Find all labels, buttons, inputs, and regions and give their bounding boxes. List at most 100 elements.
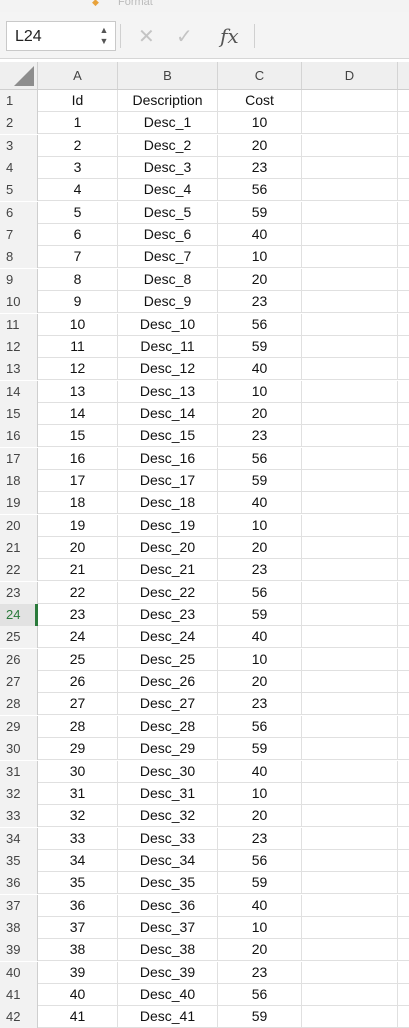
row-header[interactable]: 4 <box>0 157 38 180</box>
cell-a[interactable]: 33 <box>38 827 118 850</box>
cell-e[interactable] <box>398 157 409 179</box>
cell-c[interactable]: 10 <box>218 514 302 537</box>
cell-d[interactable] <box>302 1006 398 1028</box>
row-header[interactable]: 33 <box>0 805 38 828</box>
row-header[interactable]: 39 <box>0 939 38 962</box>
cell-b[interactable]: Description <box>118 90 218 112</box>
row-header[interactable]: 6 <box>0 201 38 224</box>
cell-b[interactable]: Desc_41 <box>118 1006 218 1028</box>
cell-a[interactable]: 16 <box>38 447 118 470</box>
cell-c[interactable]: 59 <box>218 872 302 895</box>
cell-a[interactable]: 36 <box>38 894 118 917</box>
cell-d[interactable] <box>302 626 398 649</box>
cell-b[interactable]: Desc_31 <box>118 782 218 805</box>
cell-a[interactable]: 30 <box>38 760 118 783</box>
cell-b[interactable]: Desc_17 <box>118 469 218 492</box>
cell-c[interactable]: 20 <box>218 537 302 559</box>
row-header[interactable]: 22 <box>0 559 38 582</box>
cell-a[interactable]: 14 <box>38 402 118 425</box>
cell-c[interactable]: 23 <box>218 827 302 850</box>
row-header[interactable]: 7 <box>0 224 38 247</box>
cell-b[interactable]: Desc_37 <box>118 916 218 939</box>
row-header[interactable]: 19 <box>0 492 38 515</box>
cell-b[interactable]: Desc_8 <box>118 268 218 291</box>
row-header[interactable]: 18 <box>0 469 38 492</box>
cell-a[interactable]: 23 <box>38 604 118 627</box>
cell-a[interactable]: 9 <box>38 291 118 314</box>
cell-e[interactable] <box>398 269 409 291</box>
cell-a[interactable]: 11 <box>38 335 118 358</box>
cell-e[interactable] <box>398 403 409 425</box>
cell-a[interactable]: 37 <box>38 916 118 939</box>
cell-c[interactable]: 23 <box>218 425 302 448</box>
cell-c[interactable]: 23 <box>218 961 302 984</box>
format-icon[interactable]: ◆ <box>92 0 102 7</box>
row-header[interactable]: 41 <box>0 984 38 1006</box>
cell-e[interactable] <box>398 559 409 581</box>
cell-c[interactable]: 20 <box>218 268 302 291</box>
cell-d[interactable] <box>302 782 398 805</box>
cell-a[interactable]: 25 <box>38 648 118 671</box>
row-header[interactable]: 25 <box>0 626 38 649</box>
cell-c[interactable]: 10 <box>218 782 302 805</box>
cell-d[interactable] <box>302 112 398 135</box>
cell-b[interactable]: Desc_15 <box>118 425 218 448</box>
format-label[interactable]: Format <box>118 0 153 8</box>
cell-b[interactable]: Desc_29 <box>118 738 218 761</box>
column-header-a[interactable]: A <box>38 62 118 89</box>
cell-e[interactable] <box>398 582 409 604</box>
cell-a[interactable]: 8 <box>38 268 118 291</box>
cell-c[interactable]: 40 <box>218 760 302 783</box>
cell-e[interactable] <box>398 917 409 939</box>
cell-c[interactable]: 40 <box>218 492 302 515</box>
cell-e[interactable] <box>398 246 409 268</box>
cell-a[interactable]: 26 <box>38 671 118 694</box>
cell-b[interactable]: Desc_33 <box>118 827 218 850</box>
cell-e[interactable] <box>398 805 409 827</box>
cell-e[interactable] <box>398 671 409 693</box>
cell-a[interactable]: 27 <box>38 693 118 716</box>
cell-b[interactable]: Desc_7 <box>118 246 218 269</box>
cell-c[interactable]: 56 <box>218 447 302 470</box>
cell-a[interactable]: 10 <box>38 313 118 336</box>
cell-b[interactable]: Desc_36 <box>118 894 218 917</box>
row-header[interactable]: 27 <box>0 671 38 694</box>
row-header[interactable]: 38 <box>0 916 38 939</box>
cell-c[interactable]: 59 <box>218 1006 302 1028</box>
row-header[interactable]: 30 <box>0 738 38 761</box>
cell-e[interactable] <box>398 381 409 403</box>
row-header[interactable]: 10 <box>0 291 38 314</box>
cell-e[interactable] <box>398 470 409 492</box>
cell-e[interactable] <box>398 649 409 671</box>
cell-d[interactable] <box>302 514 398 537</box>
stepper-icon[interactable]: ▲ ▼ <box>99 25 109 47</box>
cell-b[interactable]: Desc_12 <box>118 358 218 381</box>
cell-e[interactable] <box>398 537 409 559</box>
cell-a[interactable]: 24 <box>38 626 118 649</box>
cell-c[interactable]: 59 <box>218 604 302 627</box>
column-header-b[interactable]: B <box>118 62 218 89</box>
cell-e[interactable] <box>398 850 409 872</box>
cell-d[interactable] <box>302 291 398 314</box>
cell-e[interactable] <box>398 761 409 783</box>
cell-e[interactable] <box>398 872 409 894</box>
cell-b[interactable]: Desc_18 <box>118 492 218 515</box>
cell-b[interactable]: Desc_20 <box>118 537 218 559</box>
row-header[interactable]: 37 <box>0 894 38 917</box>
cell-b[interactable]: Desc_13 <box>118 380 218 403</box>
name-box-value[interactable]: L24 <box>15 28 42 46</box>
cell-c[interactable]: 56 <box>218 179 302 202</box>
cell-d[interactable] <box>302 715 398 738</box>
column-header-d[interactable]: D <box>302 62 398 89</box>
cell-c[interactable]: 23 <box>218 157 302 180</box>
cell-d[interactable] <box>302 447 398 470</box>
cell-d[interactable] <box>302 849 398 872</box>
cell-c[interactable]: 23 <box>218 291 302 314</box>
cell-e[interactable] <box>398 693 409 715</box>
cell-b[interactable]: Desc_24 <box>118 626 218 649</box>
cell-a[interactable]: 7 <box>38 246 118 269</box>
cell-b[interactable]: Desc_4 <box>118 179 218 202</box>
cell-b[interactable]: Desc_28 <box>118 715 218 738</box>
cell-c[interactable]: 10 <box>218 112 302 135</box>
cell-d[interactable] <box>302 872 398 895</box>
